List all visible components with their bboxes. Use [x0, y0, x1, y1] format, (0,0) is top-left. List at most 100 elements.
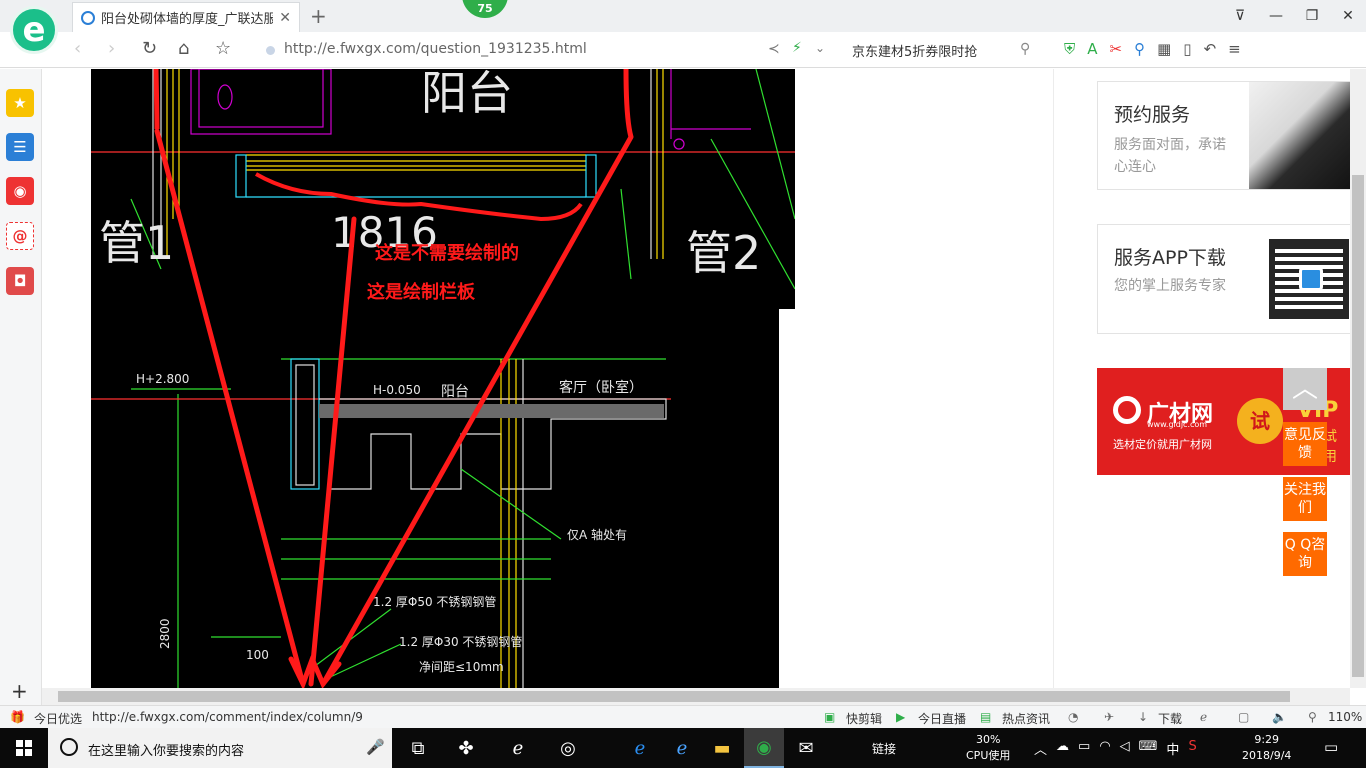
fan-app-icon[interactable]: ✤	[446, 728, 486, 768]
cad-label-pipe50: 1.2 厚Φ50 不锈钢钢管	[373, 594, 496, 609]
windows-logo-icon	[16, 740, 32, 756]
volume-icon[interactable]: 🔈	[1272, 710, 1287, 724]
chevron-down-icon[interactable]: ⌄	[815, 41, 825, 55]
close-window-button[interactable]: ✕	[1330, 0, 1366, 32]
weibo-icon[interactable]: ◉	[6, 177, 34, 205]
shield-icon[interactable]: ⛨	[1064, 40, 1075, 58]
follow-us-button[interactable]: 关注我们	[1283, 477, 1327, 521]
ie-icon[interactable]: ℯ	[1200, 710, 1207, 724]
qq-consult-button[interactable]: Q Q咨询	[1283, 532, 1327, 576]
taskbar-search[interactable]: 在这里输入你要搜索的内容 🎤	[48, 728, 392, 768]
horizontal-scroll-thumb[interactable]	[58, 691, 1290, 702]
favorite-star-icon[interactable]: ☆	[215, 38, 231, 59]
window-icon[interactable]: ▢	[1238, 710, 1249, 724]
feedback-button[interactable]: 意见反馈	[1283, 422, 1327, 466]
task-view-icon[interactable]: ⧉	[398, 728, 438, 768]
vertical-scroll-thumb[interactable]	[1352, 175, 1364, 677]
left-sidebar: ★ ☰ ◉ @ ◘ +	[0, 69, 42, 705]
tab-favicon-icon	[81, 10, 95, 25]
add-sidebar-icon[interactable]: +	[11, 679, 28, 703]
ie-taskbar-icon[interactable]: ℯ	[662, 728, 702, 768]
scissors-icon[interactable]: ✂	[1110, 40, 1123, 58]
tray-expand-icon[interactable]: ︿	[1034, 739, 1047, 758]
download-link[interactable]: 下载	[1158, 710, 1182, 727]
cad-label-yangtai-section: 阳台	[441, 384, 469, 400]
quick-clip-link[interactable]: 快剪辑	[846, 710, 882, 727]
skin-icon[interactable]: ⊽	[1222, 0, 1258, 32]
mail-icon[interactable]: ✉	[786, 728, 826, 768]
keyboard-icon[interactable]: ⌨	[1139, 739, 1158, 758]
browser-logo-icon[interactable]: e	[10, 6, 58, 54]
battery-icon[interactable]: ▭	[1078, 739, 1090, 758]
system-clock[interactable]: 9:29 2018/9/4	[1242, 732, 1291, 764]
live-icon[interactable]: ▶	[896, 710, 905, 724]
cad-label-guan1: 管1	[99, 216, 174, 270]
file-explorer-icon[interactable]: ▬	[702, 728, 742, 768]
chrome-like-icon[interactable]: ◎	[548, 728, 588, 768]
favorites-icon[interactable]: ★	[6, 89, 34, 117]
back-icon[interactable]: ‹	[74, 38, 81, 59]
magnifier-icon[interactable]: ⚲	[1134, 40, 1145, 58]
back-to-top-button[interactable]: ︿	[1283, 368, 1327, 410]
reading-list-icon[interactable]: ☰	[6, 133, 34, 161]
tablet-icon[interactable]: ▯	[1183, 40, 1191, 58]
cortana-icon	[60, 738, 78, 756]
wifi-icon[interactable]: ◠	[1099, 739, 1110, 758]
address-input[interactable]: http://e.fwxgx.com/question_1931235.html	[284, 41, 587, 57]
zoom-level[interactable]: 110%	[1328, 710, 1362, 724]
speed-icon[interactable]: ◔	[1068, 710, 1078, 724]
taskbar-search-placeholder: 在这里输入你要搜索的内容	[88, 744, 245, 759]
undo-icon[interactable]: ↶	[1204, 40, 1217, 58]
email-icon[interactable]: @	[6, 222, 34, 250]
share-icon[interactable]: ≺	[768, 41, 780, 57]
menu-icon[interactable]: ≡	[1228, 40, 1241, 58]
search-icon[interactable]: ⚲	[1020, 41, 1030, 57]
zoom-icon[interactable]: ⚲	[1308, 710, 1317, 724]
windows-taskbar: 在这里输入你要搜索的内容 🎤 ⧉ ✤ ℯ ◎ ℯ ℯ ▬ ◉ ✉ 链接 30% …	[0, 728, 1366, 768]
microphone-icon[interactable]: 🎤	[366, 738, 385, 756]
notification-badge[interactable]: 75	[462, 0, 508, 18]
edge-icon[interactable]: ℯ	[620, 728, 660, 768]
window-controls: ⊽ — ❐ ✕	[1222, 0, 1366, 32]
today-live-link[interactable]: 今日直播	[918, 710, 966, 727]
forward-icon[interactable]: ›	[108, 38, 115, 59]
tray-cloud-icon[interactable]: ☁	[1056, 739, 1069, 758]
cpu-usage[interactable]: 30% CPU使用	[966, 732, 1010, 764]
refresh-icon[interactable]: ↻	[142, 38, 157, 59]
horizontal-scrollbar[interactable]	[42, 688, 1350, 705]
tab-close-icon[interactable]: ✕	[279, 10, 291, 26]
speed-mode-icon[interactable]: ⚡	[792, 40, 802, 56]
home-icon[interactable]: ⌂	[178, 38, 189, 59]
ime-indicator[interactable]: 中	[1166, 739, 1179, 758]
gift-icon[interactable]: 🎁	[10, 710, 25, 724]
download-icon[interactable]: ↓	[1138, 710, 1148, 724]
news-icon[interactable]: ▤	[980, 710, 991, 724]
cad-label-gap: 净间距≤10mm	[419, 660, 504, 674]
tray-link-label[interactable]: 链接	[872, 740, 896, 757]
hot-news-link[interactable]: 热点资讯	[1002, 710, 1050, 727]
sogou-icon[interactable]: S	[1188, 739, 1196, 758]
notification-center-icon[interactable]: ▭	[1324, 738, 1338, 756]
translate-icon[interactable]: A	[1087, 40, 1097, 58]
apps-grid-icon[interactable]: ▦	[1157, 40, 1171, 58]
promo-link[interactable]: 京东建材5折券限时抢	[852, 41, 977, 60]
minimize-button[interactable]: —	[1258, 0, 1294, 32]
cad-label-h0050: H-0.050	[373, 383, 421, 397]
restore-button[interactable]: ❐	[1294, 0, 1330, 32]
cad-label-pipe30: 1.2 厚Φ30 不锈钢钢管	[399, 634, 522, 649]
start-button[interactable]	[0, 728, 48, 768]
app-download-card[interactable]: 服务APP下载 您的掌上服务专家	[1097, 224, 1354, 334]
360-browser-icon[interactable]: ◉	[744, 728, 784, 768]
speaker-icon[interactable]: ◁	[1120, 739, 1130, 758]
site-info-icon[interactable]	[266, 46, 275, 55]
today-pick-link[interactable]: 今日优选	[34, 710, 82, 727]
new-tab-button[interactable]: +	[310, 4, 327, 28]
quick-clip-icon[interactable]: ▣	[824, 710, 835, 724]
vertical-scrollbar[interactable]	[1350, 69, 1366, 688]
pin-icon[interactable]: ✈	[1104, 710, 1114, 724]
browser-tab[interactable]: 阳台处砌体墙的厚度_广联达服务 ✕	[72, 2, 300, 32]
appointment-card[interactable]: 预约服务 服务面对面，承诺心连心	[1097, 81, 1354, 190]
ad-slogan: 选材定价就用广材网	[1113, 438, 1212, 451]
game-icon[interactable]: ◘	[6, 267, 34, 295]
browser-e-icon[interactable]: ℯ	[498, 728, 538, 768]
